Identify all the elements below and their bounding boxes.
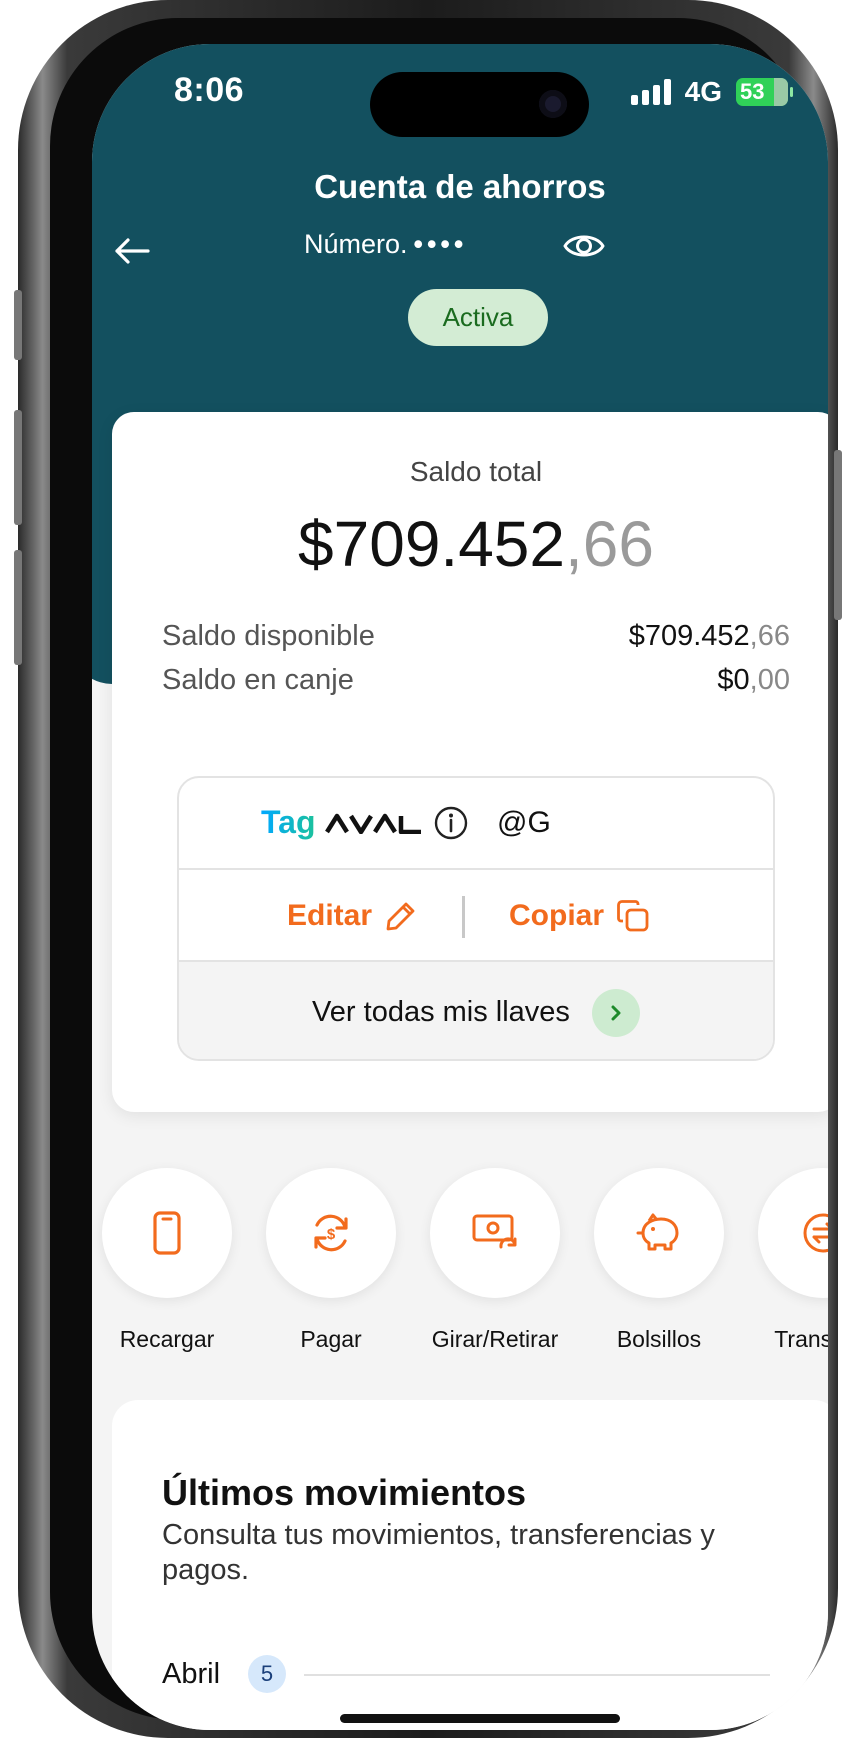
phone-bezel: 8:06 4G 53 Cuenta de ahorros Número. •••• xyxy=(50,18,828,1730)
camera-icon xyxy=(539,90,567,118)
quick-action-bolsillos[interactable]: Bolsillos xyxy=(594,1168,724,1352)
phone-icon xyxy=(153,1211,181,1255)
copy-tag-button[interactable]: Copiar xyxy=(509,870,650,962)
clearing-balance-cents: ,00 xyxy=(749,664,790,696)
quick-action-button[interactable] xyxy=(102,1168,232,1298)
home-indicator[interactable] xyxy=(340,1714,620,1723)
available-balance-cents: ,66 xyxy=(749,620,790,652)
available-balance-row: Saldo disponible $709.452,66 xyxy=(162,620,790,653)
info-icon[interactable] xyxy=(433,805,469,841)
screen: 8:06 4G 53 Cuenta de ahorros Número. •••• xyxy=(92,44,828,1730)
transfer-icon xyxy=(803,1213,828,1253)
status-time: 8:06 xyxy=(174,71,245,109)
volume-up-button xyxy=(14,410,22,525)
phone-frame: 8:06 4G 53 Cuenta de ahorros Número. •••• xyxy=(14,0,842,1738)
quick-action-button[interactable] xyxy=(430,1168,560,1298)
signal-icon xyxy=(630,79,671,105)
movements-title: Últimos movimientos xyxy=(162,1472,527,1513)
tag-actions: Editar Copiar xyxy=(179,870,773,962)
balance-card: Saldo total $709.452,66 Saldo disponible… xyxy=(112,412,828,1112)
available-balance-label: Saldo disponible xyxy=(162,620,375,652)
quick-action-label: Pagar xyxy=(300,1326,362,1352)
month-count-badge: 5 xyxy=(248,1655,286,1693)
status-indicators: 4G 53 xyxy=(630,76,793,108)
back-arrow-icon[interactable] xyxy=(112,236,152,266)
tag-aval-box: Tag @G Editar Copiar Ver todas mis llave… xyxy=(177,776,775,1061)
copy-icon xyxy=(617,900,649,932)
month-divider xyxy=(304,1674,770,1676)
eye-icon[interactable] xyxy=(562,226,606,266)
page-title: Cuenta de ahorros xyxy=(314,168,606,205)
clearing-balance-amount: $0 xyxy=(717,664,750,696)
quick-action-recargar[interactable]: Recargar xyxy=(102,1168,232,1352)
account-number-label: Número. xyxy=(304,229,408,259)
total-balance-amount: $709.452 xyxy=(298,508,565,580)
total-balance-label: Saldo total xyxy=(409,456,543,487)
movements-card: Últimos movimientos Consulta tus movimie… xyxy=(112,1400,828,1730)
available-balance-amount: $709.452 xyxy=(628,620,750,652)
tag-handle: @G xyxy=(497,806,551,839)
clearing-balance-row: Saldo en canje $0,00 xyxy=(162,664,790,697)
dynamic-island xyxy=(370,72,589,137)
copy-tag-label: Copiar xyxy=(509,899,605,932)
tag-brand-prefix: Tag xyxy=(261,804,316,840)
quick-action-pagar[interactable]: $ Pagar xyxy=(266,1168,396,1352)
status-badge: Activa xyxy=(408,289,548,346)
battery-icon: 53 xyxy=(736,78,793,106)
battery-level: 53 xyxy=(740,79,765,104)
pay-cycle-icon: $ xyxy=(314,1214,348,1252)
cash-withdraw-icon xyxy=(472,1214,517,1249)
account-number-mask: •••• xyxy=(413,229,468,259)
piggy-bank-icon xyxy=(636,1213,679,1251)
total-balance-cents: ,66 xyxy=(564,508,654,580)
account-number: Número. •••• xyxy=(304,229,467,260)
month-label: Abril xyxy=(162,1658,221,1690)
aval-logo xyxy=(325,813,421,834)
svg-text:$: $ xyxy=(327,1226,336,1243)
tag-row: Tag @G xyxy=(179,778,773,870)
chevron-right-icon xyxy=(591,988,640,1037)
edit-tag-label: Editar xyxy=(287,899,373,932)
quick-action-button[interactable] xyxy=(758,1168,828,1298)
quick-action-button[interactable] xyxy=(594,1168,724,1298)
total-balance: $709.452,66 xyxy=(112,507,828,581)
movements-subtitle: Consulta tus movimientos, transferencias… xyxy=(162,1519,715,1586)
pencil-icon xyxy=(386,902,415,931)
quick-action-button[interactable]: $ xyxy=(266,1168,396,1298)
clearing-balance-label: Saldo en canje xyxy=(162,664,354,696)
quick-action-label: Bolsillos xyxy=(616,1326,702,1352)
quick-action-girar-retirar[interactable]: Girar/Retirar xyxy=(430,1168,560,1352)
volume-down-button xyxy=(14,550,22,665)
quick-action-label: Transferir xyxy=(774,1326,828,1352)
view-all-keys-button[interactable]: Ver todas mis llaves xyxy=(179,962,773,1059)
power-button xyxy=(834,450,842,620)
quick-action-label: Girar/Retirar xyxy=(431,1326,559,1352)
quick-action-transferir[interactable]: Transferir xyxy=(758,1168,828,1352)
view-all-keys-label: Ver todas mis llaves xyxy=(312,996,570,1028)
network-type: 4G xyxy=(684,76,722,107)
action-divider xyxy=(462,896,465,938)
action-button xyxy=(14,290,22,360)
edit-tag-button[interactable]: Editar xyxy=(287,870,418,962)
